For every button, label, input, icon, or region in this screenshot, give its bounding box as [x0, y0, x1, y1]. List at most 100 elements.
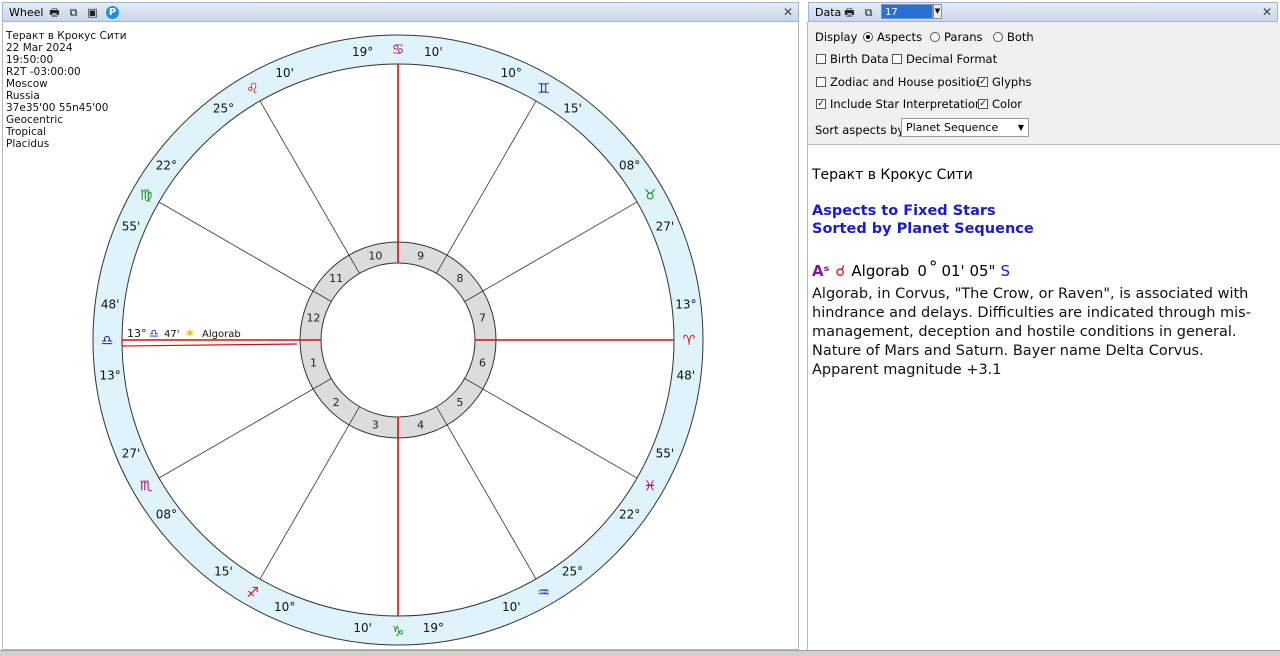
number-selector-input[interactable]: 17 — [881, 4, 933, 19]
cusp-minutes: 48' — [677, 368, 696, 382]
report-title: Теракт в Крокус Сити — [812, 167, 973, 183]
cusp-minutes: 10' — [424, 45, 443, 59]
decimal-format-option[interactable]: Decimal Format — [892, 52, 997, 66]
house-number-9: 9 — [417, 249, 424, 262]
cusp-degree: 10° — [274, 600, 295, 614]
inner-circle — [320, 262, 476, 418]
radio-aspects[interactable] — [863, 32, 873, 42]
options-panel: Display Aspects Parans Both Birth Data D… — [807, 22, 1280, 145]
cusp-degree: 10° — [501, 66, 522, 80]
zodiac-sign-icon: ♐ — [246, 585, 259, 601]
cusp-minutes: 10' — [275, 66, 294, 80]
data-window-title: Data — [815, 6, 842, 19]
zodiac-sign-icon: ♍ — [140, 188, 153, 204]
glyphs-checkbox[interactable]: ✓ — [978, 77, 988, 87]
zodiac-house-checkbox[interactable] — [816, 77, 826, 87]
display-option-aspects-label: Aspects — [877, 30, 923, 44]
color-option[interactable]: ✓ Color — [978, 97, 1022, 111]
cusp-minutes: 15' — [563, 101, 582, 115]
radio-parans[interactable] — [930, 32, 940, 42]
include-star-option[interactable]: ✓ Include Star Interpretations — [816, 97, 988, 111]
cusp-degree: 19° — [423, 621, 444, 635]
aspect-flag: S — [1000, 262, 1010, 280]
zodiac-house-option[interactable]: Zodiac and House position — [816, 75, 983, 89]
house-number-8: 8 — [456, 272, 463, 285]
birth-data-label: Birth Data — [830, 52, 889, 66]
chart-zodiac: Tropical — [6, 126, 47, 138]
zodiac-sign-icon: ♏ — [140, 479, 153, 495]
display-option-both-label: Both — [1007, 30, 1034, 44]
zodiac-sign-icon: ♉ — [644, 188, 657, 204]
house-number-2: 2 — [333, 396, 340, 409]
cusp-degree: 55' — [122, 220, 141, 234]
decimal-format-checkbox[interactable] — [892, 54, 902, 64]
star-minutes: 47' — [164, 329, 179, 340]
glyphs-label: Glyphs — [992, 75, 1032, 89]
taskbar-strip — [0, 650, 1280, 656]
display-option-parans-label: Parans — [944, 30, 983, 44]
birth-data-checkbox[interactable] — [816, 54, 826, 64]
zodiac-sign-icon: ♎ — [101, 333, 114, 349]
cusp-degree: 13° — [100, 368, 121, 382]
cusp-minutes: 15' — [214, 565, 233, 579]
chart-country: Russia — [6, 90, 40, 102]
display-label: Display — [815, 30, 858, 44]
display-option-both[interactable]: Both — [993, 30, 1034, 44]
house-number-5: 5 — [456, 396, 463, 409]
chevron-down-icon[interactable]: ▼ — [933, 4, 942, 19]
chart-perspective: Geocentric — [6, 114, 64, 126]
house-number-10: 10 — [368, 249, 382, 262]
star-interpretation: Algorab, in Corvus, "The Crow, or Raven"… — [812, 286, 1251, 378]
sort-select-value: Planet Sequence — [906, 121, 999, 134]
ascendant-glyph: Aˢ — [812, 262, 830, 280]
zodiac-sign-icon: ♈ — [683, 333, 696, 349]
conjunction-glyph: ☌ — [835, 262, 846, 280]
aspect-line: Aˢ ☌ Algorab 0 ° 01' 05" S — [812, 258, 1010, 281]
star-icon: ✶ — [184, 326, 196, 342]
copy-icon[interactable]: ⧉ — [862, 6, 875, 19]
cusp-degree: 08° — [619, 158, 640, 172]
include-star-checkbox[interactable]: ✓ — [816, 99, 826, 109]
zodiac-sign-icon: ♒ — [537, 585, 550, 601]
sort-label: Sort aspects by — [815, 123, 905, 137]
report-subheading: Sorted by Planet Sequence — [812, 221, 1034, 237]
sort-select[interactable]: Planet Sequence ▼ — [901, 118, 1029, 137]
zodiac-sign-icon: ♑ — [392, 624, 405, 640]
chart-city: Moscow — [6, 78, 48, 90]
chart-date: 22 Mar 2024 — [6, 42, 73, 54]
display-option-parans[interactable]: Parans — [930, 30, 983, 44]
color-checkbox[interactable]: ✓ — [978, 99, 988, 109]
display-option-aspects[interactable]: Aspects — [863, 30, 922, 44]
cusp-minutes: 22° — [156, 158, 177, 172]
color-label: Color — [992, 97, 1023, 111]
chart-house-system: Placidus — [6, 138, 50, 150]
cusp-degree: 55' — [656, 446, 675, 460]
decimal-format-label: Decimal Format — [906, 52, 998, 66]
chevron-down-icon: ▼ — [1017, 123, 1024, 132]
chart-time: 19:50:00 — [6, 54, 54, 66]
house-number-3: 3 — [372, 419, 379, 432]
chart-info-block: Теракт в Крокус Сити 22 Mar 2024 19:50:0… — [6, 30, 127, 150]
star-name: Algorab — [202, 329, 241, 340]
include-star-label: Include Star Interpretations — [830, 97, 989, 111]
zodiac-sign-icon: ♓ — [644, 479, 657, 495]
zodiac-house-label: Zodiac and House position — [830, 75, 983, 89]
chart-event-name: Теракт в Крокус Сити — [6, 30, 127, 42]
close-icon[interactable]: ✕ — [1262, 5, 1272, 19]
cusp-minutes: 22° — [619, 508, 640, 522]
house-number-6: 6 — [479, 357, 486, 370]
data-window-titlebar: Data 🖶 ⧉ 17 ▼ ✕ — [808, 2, 1278, 22]
cusp-degree: 25° — [562, 565, 583, 579]
birth-data-option[interactable]: Birth Data — [816, 52, 889, 66]
glyphs-option[interactable]: ✓ Glyphs — [978, 75, 1032, 89]
house-number-1: 1 — [310, 357, 317, 370]
radio-both[interactable] — [993, 32, 1003, 42]
star-degree: 13° — [127, 327, 147, 340]
house-number-11: 11 — [329, 272, 343, 285]
cusp-minutes: 27' — [122, 446, 141, 460]
algorab-marker: 13° ♎ 47' ✶ Algorab — [127, 326, 241, 342]
chart-timezone: R2T -03:00:00 — [6, 66, 81, 78]
zodiac-sign-icon: ♌ — [246, 81, 259, 97]
zodiac-sign-icon: ♋ — [392, 42, 405, 58]
print-icon[interactable]: 🖶 — [843, 6, 856, 19]
